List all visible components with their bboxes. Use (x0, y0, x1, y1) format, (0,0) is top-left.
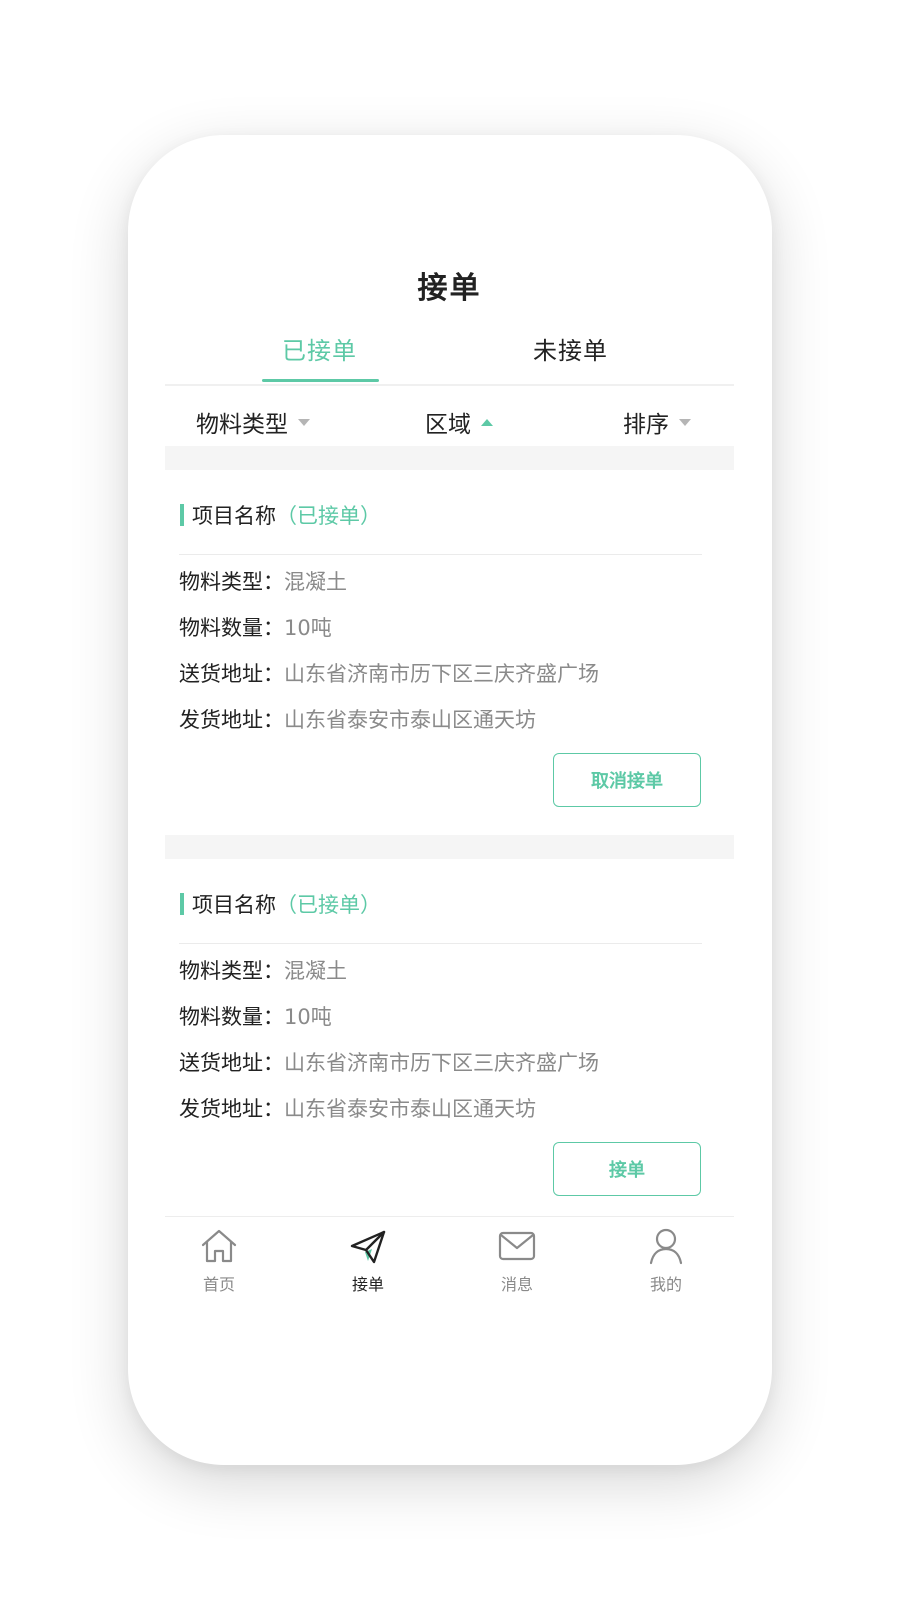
section-gap (165, 446, 734, 470)
mail-icon (498, 1231, 536, 1261)
row-value: 混凝土 (284, 959, 347, 983)
row-value: 10吨 (284, 1005, 332, 1029)
card-divider (179, 554, 702, 555)
filter-region-label: 区域 (425, 412, 471, 438)
row-label: 物料类型： (179, 959, 284, 983)
cancel-order-button[interactable]: 取消接单 (553, 753, 701, 807)
tabbar-label-messages: 消息 (500, 1275, 533, 1294)
row-value: 山东省济南市历下区三庆齐盛广场 (284, 662, 599, 686)
row-value: 山东省泰安市泰山区通天坊 (284, 708, 536, 732)
page-title: 接单 (417, 271, 482, 306)
filter-material-type-label: 物料类型 (196, 412, 288, 438)
row-label: 发货地址： (179, 1097, 284, 1121)
bottom-tab-bar: 首页 接单 消息 我的 (165, 1216, 734, 1316)
row-label: 物料数量： (179, 616, 284, 640)
card-header: 项目名称 （已接单） (180, 889, 381, 919)
row-label: 物料数量： (179, 1005, 284, 1029)
project-name: 项目名称 (192, 893, 276, 917)
filter-material-type[interactable]: 物料类型 (196, 405, 310, 439)
row-label: 送货地址： (179, 1051, 284, 1075)
order-card: 项目名称 （已接单） 物料类型：混凝土 物料数量：10吨 送货地址：山东省济南市… (165, 470, 734, 810)
row-value: 10吨 (284, 616, 332, 640)
accept-order-button[interactable]: 接单 (553, 1142, 701, 1196)
card-divider (179, 943, 702, 944)
info-row-delivery-address: 送货地址：山东省济南市历下区三庆齐盛广场 (179, 1047, 599, 1077)
status-badge: （已接单） (276, 504, 381, 528)
tabbar-item-messages[interactable]: 消息 (477, 1225, 557, 1295)
info-row-quantity: 物料数量：10吨 (179, 612, 332, 642)
user-icon (649, 1228, 683, 1265)
row-label: 送货地址： (179, 662, 284, 686)
filter-sort-label: 排序 (623, 412, 669, 438)
info-row-shipping-address: 发货地址：山东省泰安市泰山区通天坊 (179, 1093, 536, 1123)
row-value: 山东省泰安市泰山区通天坊 (284, 1097, 536, 1121)
tabs-divider (165, 384, 734, 386)
paper-plane-icon (350, 1230, 386, 1264)
row-label: 发货地址： (179, 708, 284, 732)
info-row-delivery-address: 送货地址：山东省济南市历下区三庆齐盛广场 (179, 658, 599, 688)
screen: 接单 已接单 未接单 物料类型 区域 排序 项目名称 （已接单） 物料类型：混凝… (165, 135, 734, 1465)
filter-sort[interactable]: 排序 (623, 405, 691, 439)
caret-down-icon (679, 418, 691, 426)
active-tab-indicator (262, 379, 379, 382)
accent-bar (180, 893, 184, 915)
row-label: 物料类型： (179, 570, 284, 594)
order-card: 项目名称 （已接单） 物料类型：混凝土 物料数量：10吨 送货地址：山东省济南市… (165, 859, 734, 1199)
project-name: 项目名称 (192, 504, 276, 528)
home-icon (201, 1229, 237, 1263)
info-row-material-type: 物料类型：混凝土 (179, 566, 347, 596)
card-header: 项目名称 （已接单） (180, 500, 381, 530)
tabbar-label-profile: 我的 (649, 1275, 682, 1294)
tabbar-item-home[interactable]: 首页 (179, 1225, 259, 1295)
tab-accepted[interactable]: 已接单 (282, 331, 357, 366)
caret-down-icon (298, 418, 310, 426)
tab-not-accepted[interactable]: 未接单 (533, 331, 608, 366)
tabbar-item-orders[interactable]: 接单 (328, 1225, 408, 1295)
phone-frame: 接单 已接单 未接单 物料类型 区域 排序 项目名称 （已接单） 物料类型：混凝… (128, 135, 772, 1465)
status-badge: （已接单） (276, 893, 381, 917)
section-gap (165, 835, 734, 859)
row-value: 山东省济南市历下区三庆齐盛广场 (284, 1051, 599, 1075)
info-row-quantity: 物料数量：10吨 (179, 1001, 332, 1031)
info-row-shipping-address: 发货地址：山东省泰安市泰山区通天坊 (179, 704, 536, 734)
accent-bar (180, 504, 184, 526)
filter-bar: 物料类型 区域 排序 (165, 405, 734, 451)
tabbar-item-profile[interactable]: 我的 (626, 1225, 706, 1295)
tab-bar-top: 已接单 未接单 (165, 331, 734, 381)
tabbar-label-home: 首页 (202, 1275, 235, 1294)
tabbar-label-orders: 接单 (351, 1275, 384, 1294)
caret-up-icon (481, 418, 493, 426)
row-value: 混凝土 (284, 570, 347, 594)
info-row-material-type: 物料类型：混凝土 (179, 955, 347, 985)
filter-region[interactable]: 区域 (425, 405, 493, 439)
